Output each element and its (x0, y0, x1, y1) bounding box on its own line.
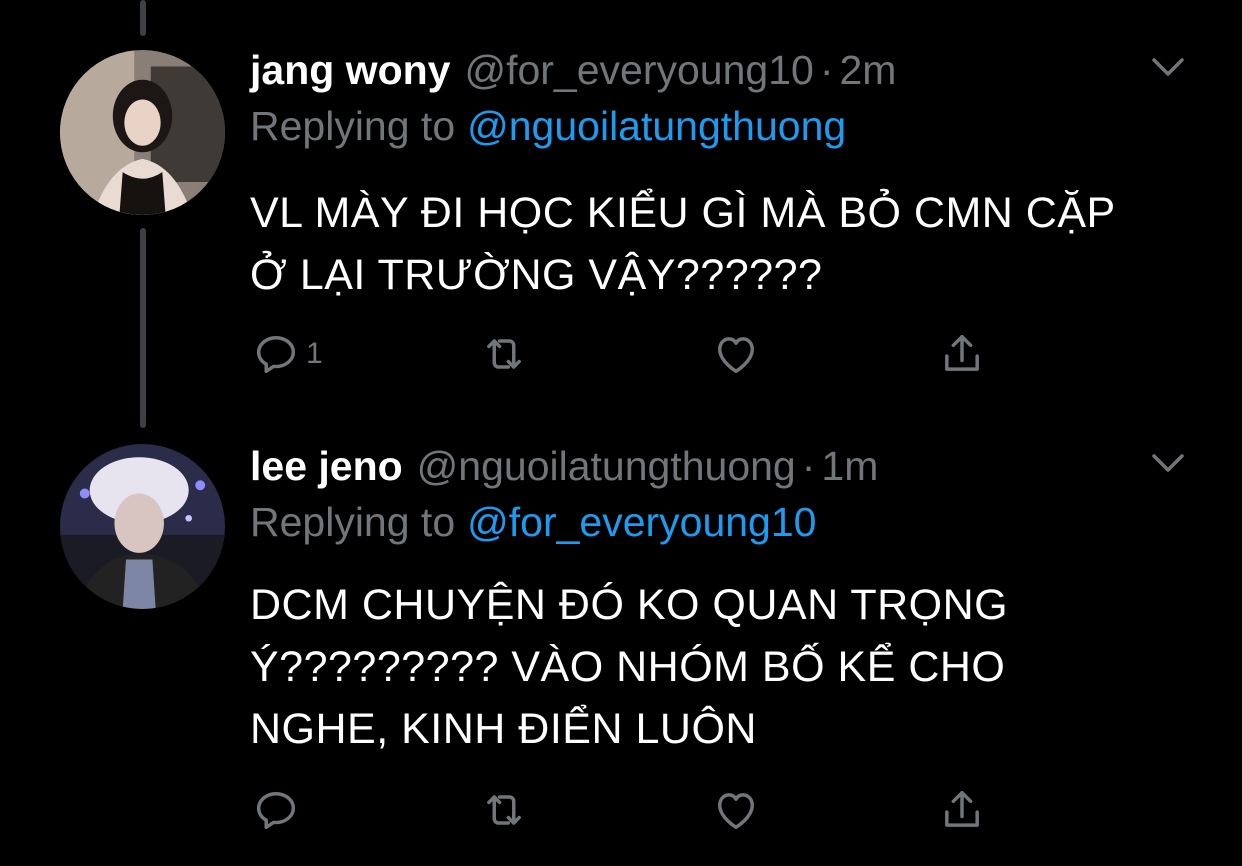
chevron-down-icon[interactable] (1148, 444, 1188, 484)
like-button[interactable] (710, 782, 762, 838)
retweet-button[interactable] (478, 782, 530, 838)
replying-to-label: Replying to (250, 499, 456, 545)
like-button[interactable] (710, 326, 762, 382)
retweet-icon (487, 339, 521, 369)
reply-count: 1 (306, 337, 323, 370)
tweet-text-line: Ở LẠI TRƯỜNG VẬY?????? (250, 251, 823, 299)
tweet-text-line: NGHE, KINH ĐIỂN LUÔN (250, 705, 757, 753)
retweet-icon (487, 795, 521, 825)
user-handle[interactable]: @for_everyoung10 (464, 42, 813, 98)
mention-link[interactable]: @nguoilatungthuong (467, 103, 846, 149)
heart-icon (718, 337, 754, 374)
avatar[interactable] (60, 50, 225, 215)
reply-button[interactable] (250, 782, 306, 838)
avatar-photo (60, 444, 225, 609)
retweet-button[interactable] (478, 326, 530, 382)
action-bar (250, 782, 1010, 838)
timestamp[interactable]: 2m (839, 42, 896, 98)
share-icon (945, 334, 979, 371)
share-button[interactable] (936, 326, 988, 382)
avatar-photo (60, 50, 225, 215)
separator-dot: · (801, 443, 816, 489)
action-bar: 1 (250, 326, 1010, 382)
display-name[interactable]: lee jeno (250, 438, 403, 494)
reply-button[interactable]: 1 (250, 326, 323, 382)
tweet-text: VL MÀY ĐI HỌC KIỂU GÌ MÀ BỎ CMN CẶP Ở LẠ… (250, 182, 1210, 306)
separator-dot: · (819, 47, 834, 93)
replying-to: Replying to @for_everyoung10 (250, 494, 816, 550)
tweet-text: DCM CHUYỆN ĐÓ KO QUAN TRỌNG Ý????????? V… (250, 574, 1210, 760)
chevron-down-icon[interactable] (1148, 48, 1188, 88)
mention-link[interactable]: @for_everyoung10 (467, 499, 816, 545)
tweet-text-line: Ý????????? VÀO NHÓM BỐ KỂ CHO (250, 643, 1006, 691)
thread-line-top (140, 0, 146, 36)
display-name[interactable]: jang wony (250, 42, 450, 98)
reply-icon (256, 336, 296, 374)
replying-to-label: Replying to (250, 103, 456, 149)
tweet-text-line: DCM CHUYỆN ĐÓ KO QUAN TRỌNG (250, 581, 1009, 629)
tweet[interactable]: jang wony @for_everyoung10 · 2m Replying… (0, 42, 1242, 382)
tweet-text-line: VL MÀY ĐI HỌC KIỂU GÌ MÀ BỎ CMN CẶP (250, 189, 1116, 237)
reply-icon (256, 792, 296, 830)
user-handle[interactable]: @nguoilatungthuong (417, 438, 796, 494)
share-icon (945, 790, 979, 827)
avatar[interactable] (60, 444, 225, 609)
tweet[interactable]: lee jeno @nguoilatungthuong · 1m Replyin… (0, 438, 1242, 838)
timestamp[interactable]: 1m (821, 438, 878, 494)
heart-icon (718, 793, 754, 830)
share-button[interactable] (936, 782, 988, 838)
replying-to: Replying to @nguoilatungthuong (250, 98, 846, 154)
